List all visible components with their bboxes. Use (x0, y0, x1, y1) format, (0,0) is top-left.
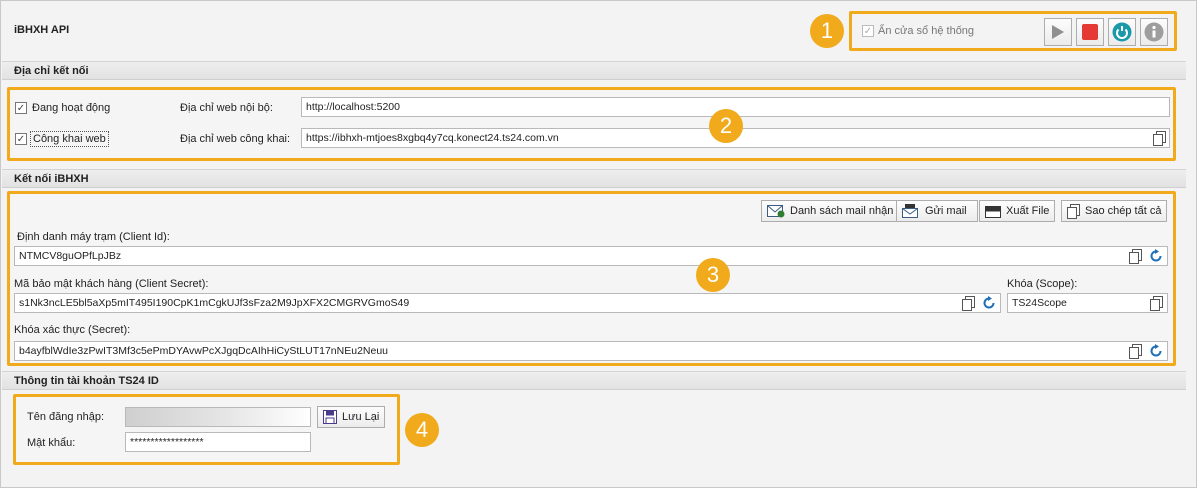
active-label: Đang hoạt động (32, 102, 111, 114)
copy-icon[interactable] (1153, 131, 1166, 146)
password-field[interactable]: ****************** (125, 432, 311, 452)
password-label: Mật khẩu: (27, 437, 76, 449)
stop-button[interactable] (1076, 18, 1104, 46)
copy-all-label: Sao chép tất cả (1085, 205, 1162, 217)
export-file-label: Xuất File (1006, 205, 1050, 217)
public-url-label: Địa chỉ web công khai: (180, 133, 291, 145)
copy-icon[interactable] (1129, 344, 1142, 359)
restart-button[interactable] (1108, 18, 1136, 46)
mail-list-button[interactable]: Danh sách mail nhận (761, 200, 900, 222)
client-id-field[interactable]: NTMCV8guOPfLpJBz (14, 246, 1168, 266)
send-mail-icon (902, 204, 918, 218)
scope-label: Khóa (Scope): (1007, 278, 1078, 290)
hide-window-checkbox[interactable]: ✓ (862, 25, 874, 37)
send-mail-button[interactable]: Gửi mail (896, 200, 978, 222)
callout-badge-4: 4 (405, 413, 439, 447)
save-icon (323, 410, 337, 424)
copy-icon[interactable] (1129, 249, 1142, 264)
section-header-account: Thông tin tài khoản TS24 ID (2, 371, 1186, 390)
client-secret-field[interactable]: s1Nk3ncLE5bl5aXp5mIT495I190CpK1mCgkUJf3s… (14, 293, 1001, 313)
local-url-label: Địa chỉ web nội bộ: (180, 102, 273, 114)
hide-window-label: Ẩn cửa sổ hệ thống (878, 25, 975, 37)
save-label: Lưu Lại (342, 411, 380, 423)
client-id-label: Định danh máy trạm (Client Id): (17, 231, 170, 243)
secret-label: Khóa xác thực (Secret): (14, 324, 131, 336)
regenerate-icon[interactable] (1149, 344, 1163, 358)
copy-icon[interactable] (1150, 296, 1163, 311)
start-button[interactable] (1044, 18, 1072, 46)
send-mail-label: Gửi mail (925, 205, 967, 217)
section-header-ibhxh: Kết nối iBHXH (2, 169, 1186, 188)
username-label: Tên đăng nhập: (27, 411, 105, 423)
public-checkbox[interactable]: ✓ (15, 133, 27, 145)
active-checkbox[interactable]: ✓ (15, 102, 27, 114)
username-field[interactable] (125, 407, 311, 427)
play-icon (1052, 25, 1064, 39)
save-button[interactable]: Lưu Lại (317, 406, 386, 428)
callout-badge-2: 2 (709, 109, 743, 143)
mail-list-label: Danh sách mail nhận (790, 205, 894, 217)
export-file-button[interactable]: Xuất File (979, 200, 1056, 222)
copy-all-icon (1067, 203, 1080, 219)
refresh-icon (1112, 22, 1132, 42)
public-label: Công khai web (30, 131, 109, 147)
info-button[interactable] (1140, 18, 1168, 46)
regenerate-icon[interactable] (1149, 249, 1163, 263)
copy-icon[interactable] (962, 296, 975, 311)
callout-badge-1: 1 (810, 14, 844, 48)
regenerate-icon[interactable] (982, 296, 996, 310)
stop-icon (1082, 24, 1098, 40)
app-title: iBHXH API (14, 24, 70, 36)
info-icon (1144, 22, 1164, 42)
account-panel (13, 394, 400, 465)
copy-all-button[interactable]: Sao chép tất cả (1061, 200, 1168, 222)
section-header-connection: Địa chỉ kết nối (2, 61, 1186, 80)
mail-list-icon (767, 205, 785, 218)
client-secret-label: Mã bảo mật khách hàng (Client Secret): (14, 278, 209, 290)
export-file-icon (985, 206, 1001, 218)
callout-badge-3: 3 (696, 258, 730, 292)
scope-field[interactable]: TS24Scope (1007, 293, 1168, 313)
secret-field[interactable]: b4ayfblWdIe3zPwIT3Mf3c5ePmDYAvwPcXJgqDcA… (14, 341, 1168, 361)
